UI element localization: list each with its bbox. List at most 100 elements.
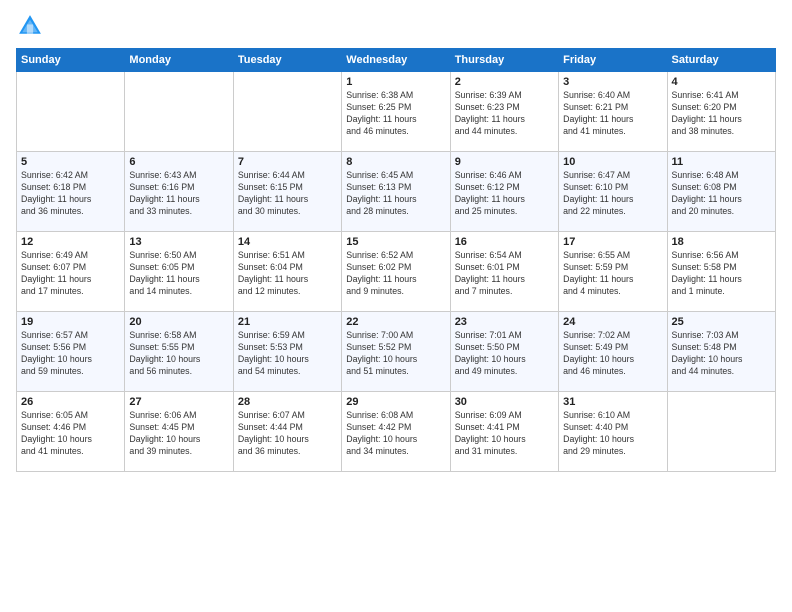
day-info: Sunrise: 7:00 AM Sunset: 5:52 PM Dayligh…	[346, 330, 445, 378]
day-info: Sunrise: 6:46 AM Sunset: 6:12 PM Dayligh…	[455, 170, 554, 218]
calendar-cell: 6 Sunrise: 6:43 AM Sunset: 6:16 PM Daylig…	[125, 152, 233, 232]
day-info: Sunrise: 6:45 AM Sunset: 6:13 PM Dayligh…	[346, 170, 445, 218]
calendar-cell: 9 Sunrise: 6:46 AM Sunset: 6:12 PM Daylig…	[450, 152, 558, 232]
calendar-cell: 27 Sunrise: 6:06 AM Sunset: 4:45 PM Dayli…	[125, 392, 233, 472]
calendar-week-row: 1Sunrise: 6:38 AM Sunset: 6:25 PM Daylig…	[17, 72, 776, 152]
day-info: Sunrise: 6:51 AM Sunset: 6:04 PM Dayligh…	[238, 250, 337, 298]
calendar-cell: 5Sunrise: 6:42 AM Sunset: 6:18 PM Daylig…	[17, 152, 125, 232]
day-number: 27	[129, 396, 228, 408]
logo	[16, 12, 48, 40]
weekday-header-row: SundayMondayTuesdayWednesdayThursdayFrid…	[17, 49, 776, 72]
day-number: 8	[346, 156, 445, 168]
day-number: 18	[672, 236, 771, 248]
day-info: Sunrise: 6:06 AM Sunset: 4:45 PM Dayligh…	[129, 410, 228, 458]
day-number: 5	[21, 156, 120, 168]
day-info: Sunrise: 6:38 AM Sunset: 6:25 PM Dayligh…	[346, 90, 445, 138]
calendar-cell: 16 Sunrise: 6:54 AM Sunset: 6:01 PM Dayli…	[450, 232, 558, 312]
calendar-cell: 14Sunrise: 6:51 AM Sunset: 6:04 PM Dayli…	[233, 232, 341, 312]
day-info: Sunrise: 6:48 AM Sunset: 6:08 PM Dayligh…	[672, 170, 771, 218]
day-info: Sunrise: 7:01 AM Sunset: 5:50 PM Dayligh…	[455, 330, 554, 378]
calendar-cell	[17, 72, 125, 152]
weekday-header-cell: Friday	[559, 49, 667, 72]
day-info: Sunrise: 6:58 AM Sunset: 5:55 PM Dayligh…	[129, 330, 228, 378]
day-number: 3	[563, 76, 662, 88]
day-number: 25	[672, 316, 771, 328]
calendar-cell: 2 Sunrise: 6:39 AM Sunset: 6:23 PM Daylig…	[450, 72, 558, 152]
day-number: 16	[455, 236, 554, 248]
day-info: Sunrise: 6:05 AM Sunset: 4:46 PM Dayligh…	[21, 410, 120, 458]
calendar-cell: 29 Sunrise: 6:08 AM Sunset: 4:42 PM Dayli…	[342, 392, 450, 472]
day-number: 19	[21, 316, 120, 328]
calendar-week-row: 19 Sunrise: 6:57 AM Sunset: 5:56 PM Dayli…	[17, 312, 776, 392]
day-info: Sunrise: 6:39 AM Sunset: 6:23 PM Dayligh…	[455, 90, 554, 138]
day-info: Sunrise: 6:41 AM Sunset: 6:20 PM Dayligh…	[672, 90, 771, 138]
day-info: Sunrise: 6:52 AM Sunset: 6:02 PM Dayligh…	[346, 250, 445, 298]
calendar-week-row: 12 Sunrise: 6:49 AM Sunset: 6:07 PM Dayli…	[17, 232, 776, 312]
calendar-cell: 31 Sunrise: 6:10 AM Sunset: 4:40 PM Dayli…	[559, 392, 667, 472]
day-info: Sunrise: 6:08 AM Sunset: 4:42 PM Dayligh…	[346, 410, 445, 458]
calendar-cell: 23 Sunrise: 7:01 AM Sunset: 5:50 PM Dayli…	[450, 312, 558, 392]
day-number: 20	[129, 316, 228, 328]
page-header	[16, 12, 776, 40]
calendar-body: 1Sunrise: 6:38 AM Sunset: 6:25 PM Daylig…	[17, 72, 776, 472]
day-number: 23	[455, 316, 554, 328]
calendar-cell: 21 Sunrise: 6:59 AM Sunset: 5:53 PM Dayli…	[233, 312, 341, 392]
day-info: Sunrise: 6:57 AM Sunset: 5:56 PM Dayligh…	[21, 330, 120, 378]
day-number: 29	[346, 396, 445, 408]
calendar-cell: 11 Sunrise: 6:48 AM Sunset: 6:08 PM Dayli…	[667, 152, 775, 232]
calendar-table: SundayMondayTuesdayWednesdayThursdayFrid…	[16, 48, 776, 472]
day-info: Sunrise: 7:03 AM Sunset: 5:48 PM Dayligh…	[672, 330, 771, 378]
day-number: 9	[455, 156, 554, 168]
weekday-header-cell: Tuesday	[233, 49, 341, 72]
calendar-cell: 10Sunrise: 6:47 AM Sunset: 6:10 PM Dayli…	[559, 152, 667, 232]
calendar-cell: 7 Sunrise: 6:44 AM Sunset: 6:15 PM Daylig…	[233, 152, 341, 232]
calendar-cell: 17 Sunrise: 6:55 AM Sunset: 5:59 PM Dayli…	[559, 232, 667, 312]
day-number: 17	[563, 236, 662, 248]
calendar-cell: 1Sunrise: 6:38 AM Sunset: 6:25 PM Daylig…	[342, 72, 450, 152]
calendar-cell: 15 Sunrise: 6:52 AM Sunset: 6:02 PM Dayli…	[342, 232, 450, 312]
day-info: Sunrise: 6:56 AM Sunset: 5:58 PM Dayligh…	[672, 250, 771, 298]
day-number: 12	[21, 236, 120, 248]
day-number: 15	[346, 236, 445, 248]
day-info: Sunrise: 6:09 AM Sunset: 4:41 PM Dayligh…	[455, 410, 554, 458]
day-info: Sunrise: 7:02 AM Sunset: 5:49 PM Dayligh…	[563, 330, 662, 378]
day-number: 31	[563, 396, 662, 408]
day-number: 21	[238, 316, 337, 328]
calendar-cell: 25 Sunrise: 7:03 AM Sunset: 5:48 PM Dayli…	[667, 312, 775, 392]
calendar-cell: 12 Sunrise: 6:49 AM Sunset: 6:07 PM Dayli…	[17, 232, 125, 312]
calendar-cell: 3Sunrise: 6:40 AM Sunset: 6:21 PM Daylig…	[559, 72, 667, 152]
day-number: 28	[238, 396, 337, 408]
day-number: 11	[672, 156, 771, 168]
day-number: 26	[21, 396, 120, 408]
weekday-header-cell: Sunday	[17, 49, 125, 72]
day-info: Sunrise: 6:43 AM Sunset: 6:16 PM Dayligh…	[129, 170, 228, 218]
day-number: 22	[346, 316, 445, 328]
day-info: Sunrise: 6:49 AM Sunset: 6:07 PM Dayligh…	[21, 250, 120, 298]
calendar-cell: 22 Sunrise: 7:00 AM Sunset: 5:52 PM Dayli…	[342, 312, 450, 392]
calendar-cell: 28 Sunrise: 6:07 AM Sunset: 4:44 PM Dayli…	[233, 392, 341, 472]
logo-icon	[16, 12, 44, 40]
weekday-header-cell: Wednesday	[342, 49, 450, 72]
calendar-cell	[667, 392, 775, 472]
day-number: 30	[455, 396, 554, 408]
day-info: Sunrise: 6:07 AM Sunset: 4:44 PM Dayligh…	[238, 410, 337, 458]
calendar-cell: 24 Sunrise: 7:02 AM Sunset: 5:49 PM Dayli…	[559, 312, 667, 392]
calendar-cell: 18 Sunrise: 6:56 AM Sunset: 5:58 PM Dayli…	[667, 232, 775, 312]
calendar-week-row: 26 Sunrise: 6:05 AM Sunset: 4:46 PM Dayli…	[17, 392, 776, 472]
calendar-cell	[233, 72, 341, 152]
day-info: Sunrise: 6:10 AM Sunset: 4:40 PM Dayligh…	[563, 410, 662, 458]
day-info: Sunrise: 6:44 AM Sunset: 6:15 PM Dayligh…	[238, 170, 337, 218]
calendar-cell: 19 Sunrise: 6:57 AM Sunset: 5:56 PM Dayli…	[17, 312, 125, 392]
day-info: Sunrise: 6:59 AM Sunset: 5:53 PM Dayligh…	[238, 330, 337, 378]
day-number: 7	[238, 156, 337, 168]
weekday-header-cell: Thursday	[450, 49, 558, 72]
day-number: 13	[129, 236, 228, 248]
day-number: 24	[563, 316, 662, 328]
calendar-cell: 20 Sunrise: 6:58 AM Sunset: 5:55 PM Dayli…	[125, 312, 233, 392]
day-number: 6	[129, 156, 228, 168]
day-number: 2	[455, 76, 554, 88]
day-info: Sunrise: 6:55 AM Sunset: 5:59 PM Dayligh…	[563, 250, 662, 298]
weekday-header-cell: Saturday	[667, 49, 775, 72]
calendar-cell: 26 Sunrise: 6:05 AM Sunset: 4:46 PM Dayli…	[17, 392, 125, 472]
day-info: Sunrise: 6:54 AM Sunset: 6:01 PM Dayligh…	[455, 250, 554, 298]
